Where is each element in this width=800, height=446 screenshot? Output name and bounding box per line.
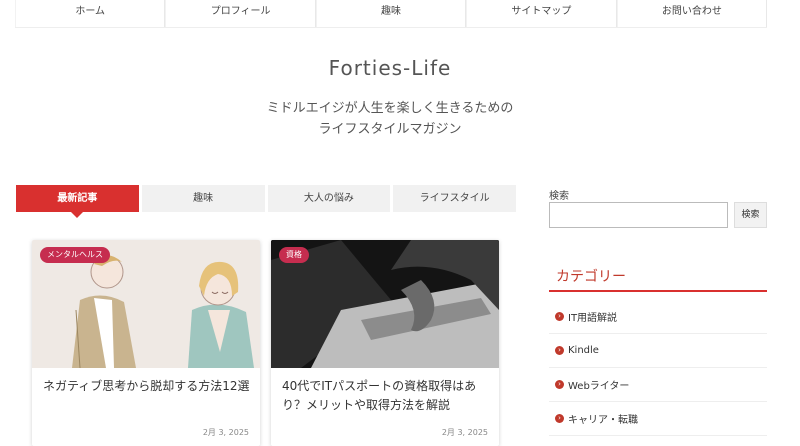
- tagline-line-2: ライフスタイルマガジン: [318, 122, 462, 137]
- article-title[interactable]: ネガティブ思考から脱却する方法12選: [32, 368, 260, 424]
- category-list: › IT用語解説 › Kindle › Webライター › キャリア・転職: [549, 300, 767, 436]
- article-thumbnail[interactable]: 資格: [271, 240, 499, 368]
- article-date: 2月 3, 2025: [441, 428, 488, 437]
- category-item-label: Webライター: [568, 381, 630, 392]
- nav-item-home[interactable]: ホーム: [15, 0, 166, 27]
- category-item[interactable]: › キャリア・転職: [549, 402, 767, 436]
- category-badge[interactable]: メンタルヘルス: [40, 247, 110, 263]
- article-card[interactable]: 資格 40代でITパスポートの資格取得はあり？メリットや取得方法を解説 2月 3…: [271, 240, 499, 446]
- search-button[interactable]: 検索: [734, 202, 767, 228]
- category-item[interactable]: › IT用語解説: [549, 300, 767, 334]
- category-item[interactable]: › Webライター: [549, 368, 767, 402]
- tagline-line-1: ミドルエイジが人生を楽しく生きるための: [266, 101, 514, 116]
- site-title[interactable]: Forties-Life: [0, 56, 780, 80]
- article-date: 2月 3, 2025: [202, 428, 249, 437]
- category-item[interactable]: › Kindle: [549, 334, 767, 368]
- site-tagline: ミドルエイジが人生を楽しく生きるための ライフスタイルマガジン: [0, 98, 780, 140]
- article-title[interactable]: 40代でITパスポートの資格取得はあり？メリットや取得方法を解説: [271, 368, 499, 424]
- chevron-right-icon: ›: [555, 414, 564, 423]
- article-tabs: 最新記事 趣味 大人の悩み ライフスタイル: [16, 185, 516, 218]
- chevron-right-icon: ›: [555, 312, 564, 321]
- tab-lifestyle[interactable]: ライフスタイル: [393, 185, 516, 212]
- category-item-label: IT用語解説: [568, 313, 618, 324]
- search-label: 検索: [549, 191, 569, 202]
- top-nav: ホーム プロフィール 趣味 サイトマップ お問い合わせ: [15, 0, 768, 28]
- category-item-label: Kindle: [568, 345, 599, 356]
- search-input[interactable]: [549, 202, 728, 228]
- nav-item-contact[interactable]: お問い合わせ: [616, 0, 768, 27]
- category-heading-underline: [549, 290, 767, 292]
- category-heading: カテゴリー: [556, 269, 626, 285]
- category-item-label: キャリア・転職: [568, 415, 638, 426]
- chevron-right-icon: ›: [555, 380, 564, 389]
- chevron-right-icon: ›: [555, 346, 564, 355]
- tab-adult-worries[interactable]: 大人の悩み: [267, 185, 391, 212]
- nav-item-sitemap[interactable]: サイトマップ: [466, 0, 617, 27]
- nav-item-profile[interactable]: プロフィール: [165, 0, 316, 27]
- tab-latest[interactable]: 最新記事: [16, 185, 139, 218]
- article-thumbnail[interactable]: メンタルヘルス: [32, 240, 260, 368]
- category-badge[interactable]: 資格: [279, 247, 309, 263]
- article-card[interactable]: メンタルヘルス ネガティブ思考から脱却する方法12選 2月 3, 2025: [32, 240, 260, 446]
- nav-item-hobby[interactable]: 趣味: [315, 0, 467, 27]
- tab-hobby[interactable]: 趣味: [141, 185, 265, 212]
